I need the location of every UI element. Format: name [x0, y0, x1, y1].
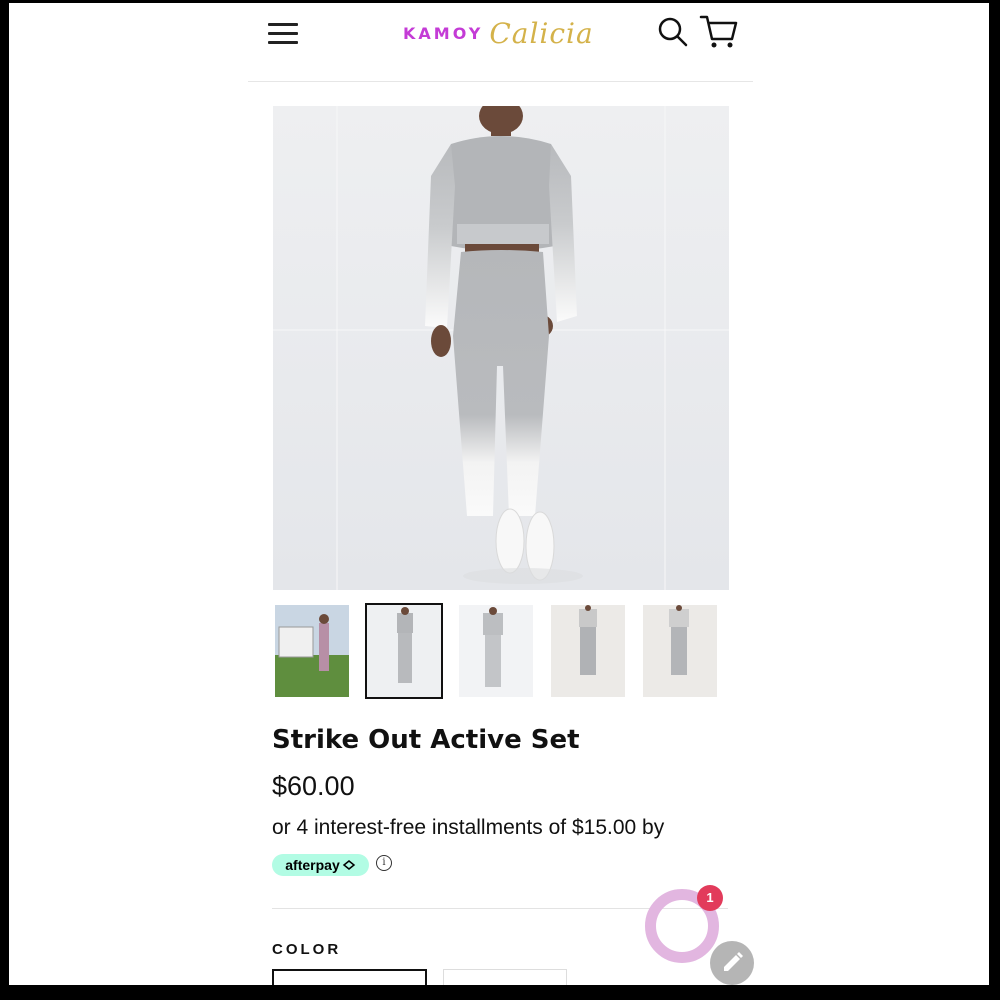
menu-button[interactable] — [268, 19, 300, 45]
logo-script: Calicia — [489, 16, 594, 50]
menu-icon — [268, 23, 298, 26]
cart-button[interactable] — [699, 14, 739, 50]
afterpay-badge[interactable]: afterpay — [272, 854, 369, 876]
cart-icon — [699, 15, 738, 48]
thumbnail-strip — [273, 603, 733, 705]
search-icon — [658, 17, 688, 47]
thumbnail-5[interactable] — [643, 605, 717, 697]
product-main-image[interactable] — [273, 106, 729, 590]
header-divider — [248, 81, 753, 82]
color-label: COLOR — [272, 941, 342, 958]
thumbnail-3[interactable] — [459, 605, 533, 697]
color-swatch-selected[interactable] — [272, 969, 427, 985]
pencil-icon — [724, 952, 743, 971]
product-title: Strike Out Active Set — [272, 725, 580, 755]
model-photo — [273, 106, 729, 590]
page-frame: KAMOY Calicia Strike Out Active Set $60.… — [9, 3, 989, 985]
thumbnail-2[interactable] — [365, 603, 443, 699]
thumbnail-1[interactable] — [275, 605, 349, 697]
color-swatch[interactable] — [443, 969, 567, 985]
site-header: KAMOY Calicia — [9, 3, 989, 82]
search-button[interactable] — [657, 16, 689, 48]
afterpay-label: afterpay — [285, 857, 340, 873]
chat-notification-badge: 1 — [697, 885, 723, 911]
afterpay-arrows-icon — [342, 860, 355, 870]
product-price: $60.00 — [272, 771, 355, 801]
thumbnail-4[interactable] — [551, 605, 625, 697]
edit-button[interactable] — [710, 941, 754, 985]
brand-logo[interactable]: KAMOY Calicia — [403, 13, 594, 53]
installments-text: or 4 interest-free installments of $15.0… — [272, 816, 665, 839]
logo-wordmark: KAMOY — [403, 23, 484, 43]
info-icon[interactable]: i — [376, 855, 392, 871]
